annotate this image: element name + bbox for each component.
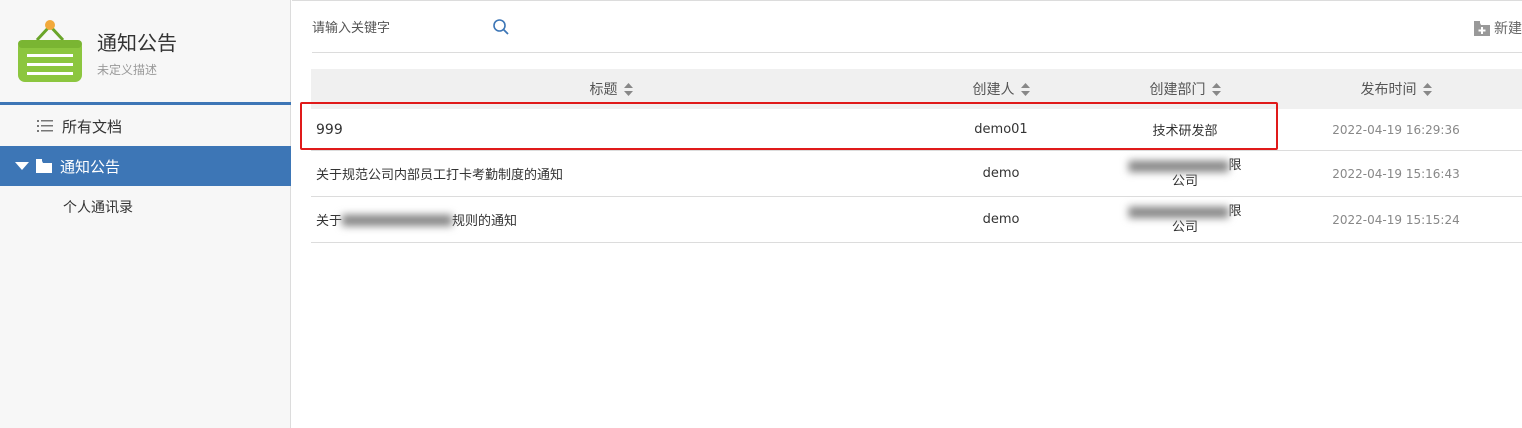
cell-title[interactable]: 999 — [316, 109, 343, 150]
column-header-label: 创建部门 — [1149, 82, 1206, 98]
sidebar-divider — [0, 102, 291, 105]
column-header-creator[interactable]: 创建人 — [951, 69, 1051, 109]
cell-publish-time: 2022-04-19 15:15:24 — [1332, 212, 1460, 227]
table-row[interactable]: 关于 ▆▆▆▆▆▆▆▆▆▆▆ 规则的通知 demo ▆▆▆▆▆▆▆▆▆▆限 公司 2… — [311, 197, 1522, 243]
sidebar-item-all-documents[interactable]: 所有文档 — [0, 106, 291, 146]
column-header-department[interactable]: 创建部门 — [1105, 69, 1265, 109]
cell-title[interactable]: 关于 ▆▆▆▆▆▆▆▆▆▆▆ 规则的通知 — [316, 197, 517, 242]
sort-icon — [1211, 82, 1221, 96]
dept-tail: 限 — [1228, 157, 1242, 173]
caret-down-icon — [15, 162, 29, 170]
sidebar-header: 通知公告 未定义描述 — [0, 0, 291, 102]
cell-creator: demo — [982, 212, 1020, 227]
dept-line2: 公司 — [1171, 173, 1198, 189]
dept-line2: 公司 — [1171, 219, 1198, 235]
top-border — [292, 0, 1522, 1]
notice-basket-icon — [18, 20, 82, 82]
table-row[interactable]: 关于规范公司内部员工打卡考勤制度的通知 demo ▆▆▆▆▆▆▆▆▆▆限 公司 … — [311, 151, 1522, 197]
cell-department: 技术研发部 — [1152, 124, 1218, 139]
dept-tail: 限 — [1228, 203, 1242, 219]
sidebar-item-label: 个人通讯录 — [63, 200, 133, 216]
title-suffix: 规则的通知 — [452, 214, 518, 229]
search-icon[interactable] — [492, 18, 510, 36]
search-input[interactable] — [312, 14, 487, 42]
sidebar: 通知公告 未定义描述 所有文档 通知公告 个人通讯录 — [0, 0, 291, 428]
folder-icon — [36, 159, 52, 173]
sidebar-title: 通知公告 — [97, 31, 177, 55]
cell-department: ▆▆▆▆▆▆▆▆▆▆限 公司 — [1105, 197, 1265, 242]
new-button[interactable]: 新建 — [1474, 18, 1522, 38]
sidebar-item-notices[interactable]: 通知公告 — [0, 146, 291, 186]
cell-creator: demo01 — [974, 122, 1028, 137]
table-header: 标题 创建人 创建部门 发布时间 — [311, 69, 1522, 109]
table-row[interactable]: 999 demo01 技术研发部 2022-04-19 16:29:36 — [311, 109, 1522, 151]
cell-department: ▆▆▆▆▆▆▆▆▆▆限 公司 — [1105, 151, 1265, 196]
column-header-label: 标题 — [589, 82, 618, 98]
sidebar-item-contacts[interactable]: 个人通讯录 — [0, 187, 291, 227]
column-header-publish-time[interactable]: 发布时间 — [1311, 69, 1481, 109]
sidebar-item-label: 所有文档 — [62, 117, 123, 136]
new-button-label: 新建 — [1494, 21, 1522, 37]
sort-icon — [623, 82, 633, 96]
sidebar-item-label: 通知公告 — [60, 157, 121, 176]
cell-title[interactable]: 关于规范公司内部员工打卡考勤制度的通知 — [316, 151, 563, 196]
main-panel: 新建 标题 创建人 创建部门 发布时间 999 demo01 — [292, 0, 1522, 428]
sort-icon — [1020, 82, 1030, 96]
cell-publish-time: 2022-04-19 16:29:36 — [1332, 122, 1460, 137]
new-folder-icon — [1474, 20, 1490, 36]
title-prefix: 关于 — [316, 214, 343, 229]
search-divider — [312, 52, 1522, 53]
cell-creator: demo — [982, 166, 1020, 181]
cell-publish-time: 2022-04-19 15:16:43 — [1332, 166, 1460, 181]
sort-icon — [1422, 82, 1432, 96]
column-header-label: 创建人 — [972, 82, 1015, 98]
blurred-text: ▆▆▆▆▆▆▆▆▆▆▆ — [342, 212, 452, 227]
list-icon — [37, 120, 53, 132]
blurred-text: ▆▆▆▆▆▆▆▆▆▆ — [1128, 157, 1229, 173]
column-header-label: 发布时间 — [1360, 82, 1417, 98]
search-bar — [312, 14, 512, 42]
blurred-text: ▆▆▆▆▆▆▆▆▆▆ — [1128, 203, 1229, 219]
sidebar-description: 未定义描述 — [97, 63, 158, 77]
column-header-title[interactable]: 标题 — [311, 69, 911, 109]
